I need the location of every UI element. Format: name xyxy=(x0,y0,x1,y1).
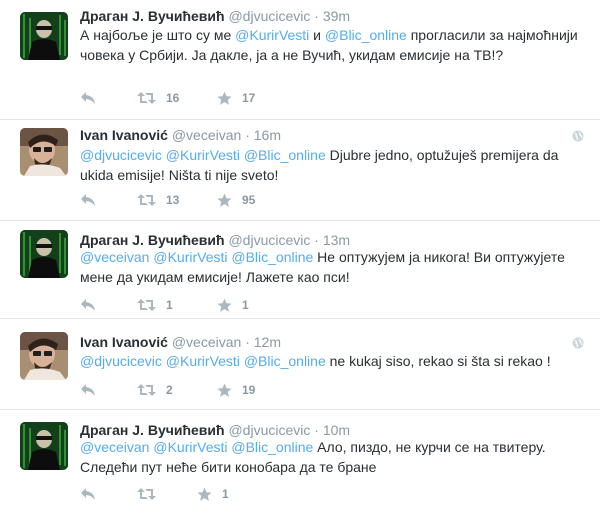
favorite-count: 1 xyxy=(242,298,249,312)
mention-link[interactable]: @KurirVesti xyxy=(153,249,227,265)
tweet[interactable]: Ivan Ivanović @veceivan · 16m @djvucicev… xyxy=(0,120,600,221)
avatar[interactable] xyxy=(20,422,68,470)
retweet-icon xyxy=(137,488,156,500)
avatar[interactable] xyxy=(20,332,68,380)
retweet-button[interactable]: 2 xyxy=(137,380,173,400)
reply-icon xyxy=(81,299,95,311)
favorite-count: 1 xyxy=(222,487,229,501)
separator: · xyxy=(314,422,319,438)
mention-link[interactable]: @veceivan xyxy=(80,249,149,265)
tweet-timeline: Драган Ј. Вучићевић @djvucicevic · 39m А… xyxy=(0,0,600,514)
favorite-button[interactable]: 1 xyxy=(217,295,249,315)
text-segment: ne kukaj siso, rekao si šta si rekao ! xyxy=(325,353,551,369)
reply-icon xyxy=(81,194,95,206)
mention-link[interactable]: @KurirVesti xyxy=(235,27,309,43)
mention-link[interactable]: @KurirVesti xyxy=(166,353,240,369)
favorite-count: 95 xyxy=(242,193,256,207)
tweet[interactable]: Драган Ј. Вучићевић @djvucicevic · 10m @… xyxy=(0,410,600,514)
reply-button[interactable] xyxy=(80,484,96,504)
reply-button[interactable] xyxy=(80,88,96,108)
reply-button[interactable] xyxy=(80,380,96,400)
globe-icon xyxy=(572,337,584,349)
favorite-button[interactable]: 95 xyxy=(217,190,255,210)
tweet[interactable]: Драган Ј. Вучићевић @djvucicevic · 39m А… xyxy=(0,0,600,120)
retweet-count: 2 xyxy=(166,383,173,397)
avatar[interactable] xyxy=(20,128,68,176)
mention-link[interactable]: @djvucicevic xyxy=(80,353,162,369)
retweet-icon xyxy=(137,92,156,104)
mention-link[interactable]: @veceivan xyxy=(80,439,149,455)
fullname[interactable]: Драган Ј. Вучићевић xyxy=(80,232,225,248)
favorite-icon xyxy=(217,91,232,105)
username[interactable]: @veceivan xyxy=(172,334,241,350)
username[interactable]: @djvucicevic xyxy=(228,8,310,24)
tweet-text: @veceivan @KurirVesti @Blic_online Не оп… xyxy=(80,247,585,287)
timestamp[interactable]: 39m xyxy=(323,8,350,24)
mention-link[interactable]: @djvucicevic xyxy=(80,147,162,163)
separator: · xyxy=(245,127,250,143)
globe-icon xyxy=(572,130,584,142)
retweet-icon xyxy=(137,194,156,206)
retweet-count: 1 xyxy=(166,298,173,312)
tweet-text: @veceivan @KurirVesti @Blic_online Ало, … xyxy=(80,437,585,477)
fullname[interactable]: Ivan Ivanović xyxy=(80,127,168,143)
separator: · xyxy=(245,334,250,350)
retweet-button[interactable]: 1 xyxy=(137,295,173,315)
retweet-button[interactable]: 13 xyxy=(137,190,179,210)
tweet[interactable]: Ivan Ivanović @veceivan · 12m @djvucicev… xyxy=(0,319,600,410)
username[interactable]: @djvucicevic xyxy=(228,422,310,438)
retweet-button[interactable]: 16 xyxy=(137,88,179,108)
username[interactable]: @veceivan xyxy=(172,127,241,143)
favorite-icon xyxy=(217,193,232,207)
favorite-button[interactable]: 1 xyxy=(197,484,229,504)
retweet-count: 16 xyxy=(166,91,180,105)
separator: · xyxy=(314,232,319,248)
favorite-button[interactable]: 19 xyxy=(217,380,255,400)
mention-link[interactable]: @KurirVesti xyxy=(166,147,240,163)
timestamp[interactable]: 12m xyxy=(254,334,281,350)
favorite-icon xyxy=(197,487,212,501)
mention-link[interactable]: @Blic_online xyxy=(231,439,313,455)
reply-button[interactable] xyxy=(80,295,96,315)
reply-icon xyxy=(81,488,95,500)
retweet-icon xyxy=(137,299,156,311)
text-segment: и xyxy=(309,27,325,43)
fullname[interactable]: Драган Ј. Вучићевић xyxy=(80,422,225,438)
tweet-header: Ivan Ivanović @veceivan · 12m xyxy=(80,332,281,352)
retweet-button[interactable] xyxy=(137,484,166,504)
tweet-text: А најбоље је што су ме @KurirVesti и @Bl… xyxy=(80,25,585,65)
tweet-text: @djvucicevic @KurirVesti @Blic_online ne… xyxy=(80,351,585,371)
retweet-icon xyxy=(137,384,156,396)
reply-icon xyxy=(81,92,95,104)
timestamp[interactable]: 13m xyxy=(323,232,350,248)
favorite-count: 17 xyxy=(242,91,256,105)
avatar[interactable] xyxy=(20,12,68,60)
mention-link[interactable]: @Blic_online xyxy=(244,147,326,163)
mention-link[interactable]: @Blic_online xyxy=(231,249,313,265)
fullname[interactable]: Ivan Ivanović xyxy=(80,334,168,350)
timestamp[interactable]: 16m xyxy=(254,127,281,143)
retweet-count: 13 xyxy=(166,193,180,207)
fullname[interactable]: Драган Ј. Вучићевић xyxy=(80,8,225,24)
favorite-button[interactable]: 17 xyxy=(217,88,255,108)
tweet-header: Драган Ј. Вучићевић @djvucicevic · 39m xyxy=(80,6,350,26)
tweet[interactable]: Драган Ј. Вучићевић @djvucicevic · 13m @… xyxy=(0,221,600,319)
favorite-icon xyxy=(217,383,232,397)
mention-link[interactable]: @Blic_online xyxy=(244,353,326,369)
mention-link[interactable]: @Blic_online xyxy=(325,27,407,43)
timestamp[interactable]: 10m xyxy=(323,422,350,438)
reply-button[interactable] xyxy=(80,190,96,210)
avatar[interactable] xyxy=(20,230,68,278)
favorite-count: 19 xyxy=(242,383,256,397)
separator: · xyxy=(314,8,319,24)
tweet-header: Ivan Ivanović @veceivan · 16m xyxy=(80,125,281,145)
mention-link[interactable]: @KurirVesti xyxy=(153,439,227,455)
tweet-text: @djvucicevic @KurirVesti @Blic_online Dj… xyxy=(80,145,585,185)
username[interactable]: @djvucicevic xyxy=(228,232,310,248)
text-segment: А најбоље је што су ме xyxy=(80,27,236,43)
favorite-icon xyxy=(217,298,232,312)
reply-icon xyxy=(81,384,95,396)
